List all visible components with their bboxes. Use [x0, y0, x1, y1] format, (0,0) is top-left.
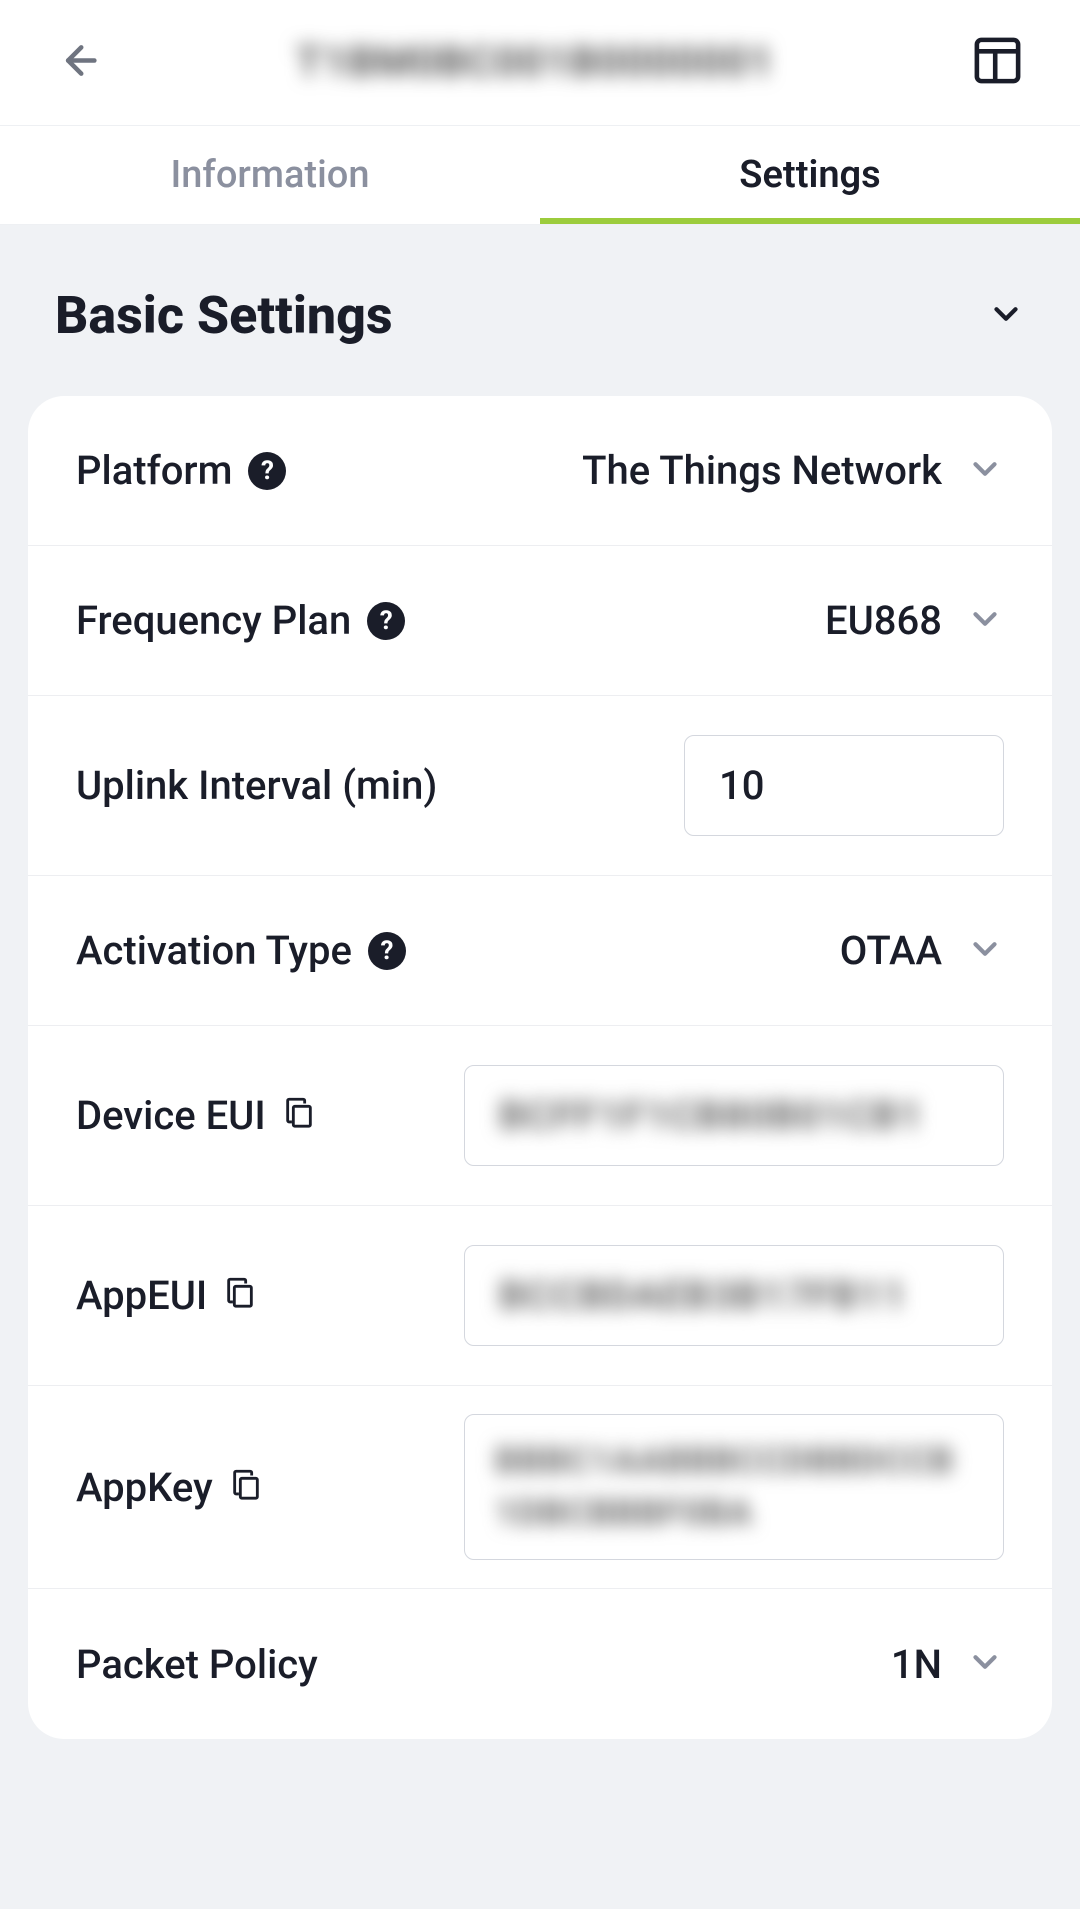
help-icon[interactable]: ? [367, 602, 405, 640]
activation-type-value: OTAA [840, 927, 942, 974]
label-activation-type: Activation Type ? [76, 927, 406, 974]
row-app-eui: AppEUI BCCBDAEB3B17FB11 [28, 1206, 1052, 1386]
chevron-down-icon [987, 295, 1025, 337]
back-icon[interactable] [55, 38, 100, 87]
row-platform[interactable]: Platform ? The Things Network [28, 396, 1052, 546]
label-uplink-interval: Uplink Interval (min) [76, 762, 437, 809]
row-app-key: AppKey BBBC1AABBBCCDBBDCCB1DBCBBBF0BA [28, 1386, 1052, 1589]
packet-policy-select[interactable]: 1N [891, 1641, 1004, 1688]
app-eui-input[interactable]: BCCBDAEB3B17FB11 [464, 1245, 1004, 1346]
chevron-down-icon [966, 450, 1004, 492]
uplink-interval-input[interactable]: 10 [684, 735, 1004, 836]
label-platform: Platform ? [76, 447, 286, 494]
help-icon[interactable]: ? [248, 452, 286, 490]
tab-information[interactable]: Information [0, 126, 540, 224]
chevron-down-icon [966, 600, 1004, 642]
label-packet-policy: Packet Policy [76, 1641, 318, 1688]
section-title: Basic Settings [55, 285, 393, 346]
section-header[interactable]: Basic Settings [0, 225, 1080, 396]
label-app-eui: AppEUI [76, 1272, 257, 1319]
row-uplink-interval: Uplink Interval (min) 10 [28, 696, 1052, 876]
help-icon[interactable]: ? [368, 932, 406, 970]
row-activation-type[interactable]: Activation Type ? OTAA [28, 876, 1052, 1026]
copy-icon[interactable] [282, 1092, 316, 1139]
packet-policy-value: 1N [891, 1641, 942, 1688]
row-device-eui: Device EUI BCFF1F1CB80B01CB1 [28, 1026, 1052, 1206]
layout-icon[interactable] [970, 33, 1025, 92]
settings-card: Platform ? The Things Network Frequency … [28, 396, 1052, 1739]
activation-type-select[interactable]: OTAA [840, 927, 1004, 974]
header: T1BM0BC001B0000001 [0, 0, 1080, 125]
frequency-plan-value: EU868 [825, 597, 942, 644]
device-eui-input[interactable]: BCFF1F1CB80B01CB1 [464, 1065, 1004, 1166]
app-key-input[interactable]: BBBC1AABBBCCDBBDCCB1DBCBBBF0BA [464, 1414, 1004, 1560]
platform-value: The Things Network [582, 447, 942, 494]
label-device-eui: Device EUI [76, 1092, 316, 1139]
chevron-down-icon [966, 1643, 1004, 1685]
copy-icon[interactable] [229, 1464, 263, 1511]
row-packet-policy[interactable]: Packet Policy 1N [28, 1589, 1052, 1739]
row-frequency-plan[interactable]: Frequency Plan ? EU868 [28, 546, 1052, 696]
tabs: Information Settings [0, 125, 1080, 225]
frequency-plan-select[interactable]: EU868 [825, 597, 1004, 644]
page-title: T1BM0BC001B0000001 [100, 38, 970, 87]
label-app-key: AppKey [76, 1464, 263, 1511]
label-frequency-plan: Frequency Plan ? [76, 597, 405, 644]
copy-icon[interactable] [223, 1272, 257, 1319]
chevron-down-icon [966, 930, 1004, 972]
platform-select[interactable]: The Things Network [582, 447, 1004, 494]
tab-settings[interactable]: Settings [540, 126, 1080, 224]
page-content: Basic Settings Platform ? The Things Net… [0, 225, 1080, 1909]
